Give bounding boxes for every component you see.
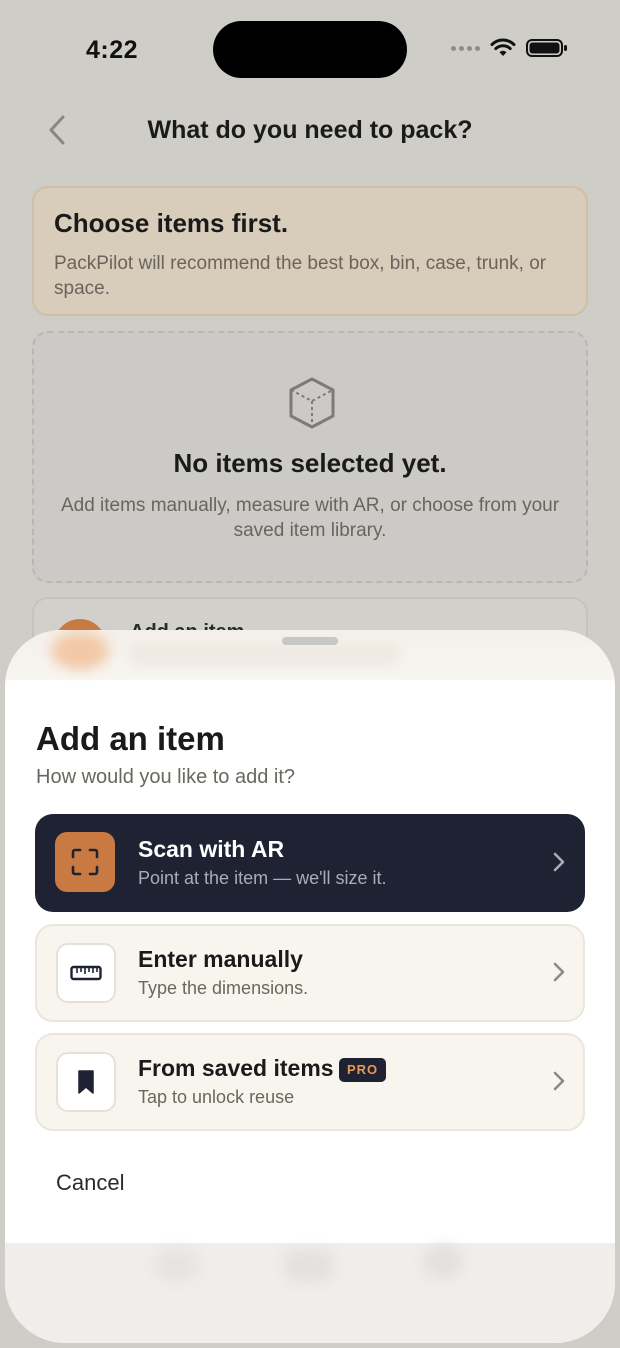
box-icon: [289, 377, 335, 429]
hint-title: Choose items first.: [54, 208, 289, 238]
sheet-title: Add an item: [36, 720, 225, 757]
option-subtitle: Tap to unlock reuse: [138, 1087, 295, 1107]
empty-state-card: No items selected yet. Add items manuall…: [32, 331, 588, 583]
empty-state-text: Add items manually, measure with AR, or …: [60, 495, 560, 541]
battery-icon: [526, 39, 567, 57]
hint-text: PackPilot will recommend the best box, b…: [54, 253, 547, 299]
add-item-sheet: Add an item How would you like to add it…: [5, 630, 615, 1343]
chevron-right-icon: [553, 852, 565, 872]
bookmark-icon: [56, 1052, 116, 1112]
option-title: Enter manually: [138, 946, 303, 972]
chevron-right-icon: [553, 1071, 565, 1091]
from-saved-items-button[interactable]: From saved items PRO Tap to unlock reuse: [35, 1033, 585, 1131]
hint-card: Choose items first. PackPilot will recom…: [32, 186, 588, 316]
option-title: From saved items: [138, 1055, 334, 1081]
blurred-avatar: [51, 632, 109, 670]
option-title: Scan with AR: [138, 836, 285, 862]
blurred-tab-icon: [423, 1245, 463, 1279]
cancel-button[interactable]: Cancel: [56, 1170, 124, 1196]
status-bar: 4:22: [0, 0, 620, 100]
status-icons: [451, 38, 568, 58]
option-subtitle: Type the dimensions.: [138, 978, 309, 998]
sheet-grabber[interactable]: [282, 637, 338, 645]
page-title: What do you need to pack?: [147, 116, 473, 144]
blurred-tab-icon: [285, 1251, 333, 1281]
pro-badge: PRO: [339, 1058, 387, 1082]
blurred-tab-bar: [5, 1243, 615, 1343]
empty-state-title: No items selected yet.: [173, 448, 447, 478]
wifi-icon: [490, 38, 516, 56]
scan-frame-icon: [55, 832, 115, 892]
enter-manually-button[interactable]: Enter manually Type the dimensions.: [35, 924, 585, 1022]
blurred-tab-icon: [155, 1248, 199, 1282]
cellular-signal-icon: [451, 45, 480, 51]
sheet-subtitle: How would you like to add it?: [36, 766, 296, 788]
option-subtitle: Point at the item — we'll size it.: [138, 868, 387, 888]
dynamic-island: [213, 21, 407, 78]
blurred-text: [129, 644, 399, 666]
ruler-icon: [56, 943, 116, 1003]
chevron-right-icon: [553, 962, 565, 982]
scan-with-ar-button[interactable]: Scan with AR Point at the item — we'll s…: [35, 814, 585, 912]
status-time: 4:22: [86, 36, 139, 64]
